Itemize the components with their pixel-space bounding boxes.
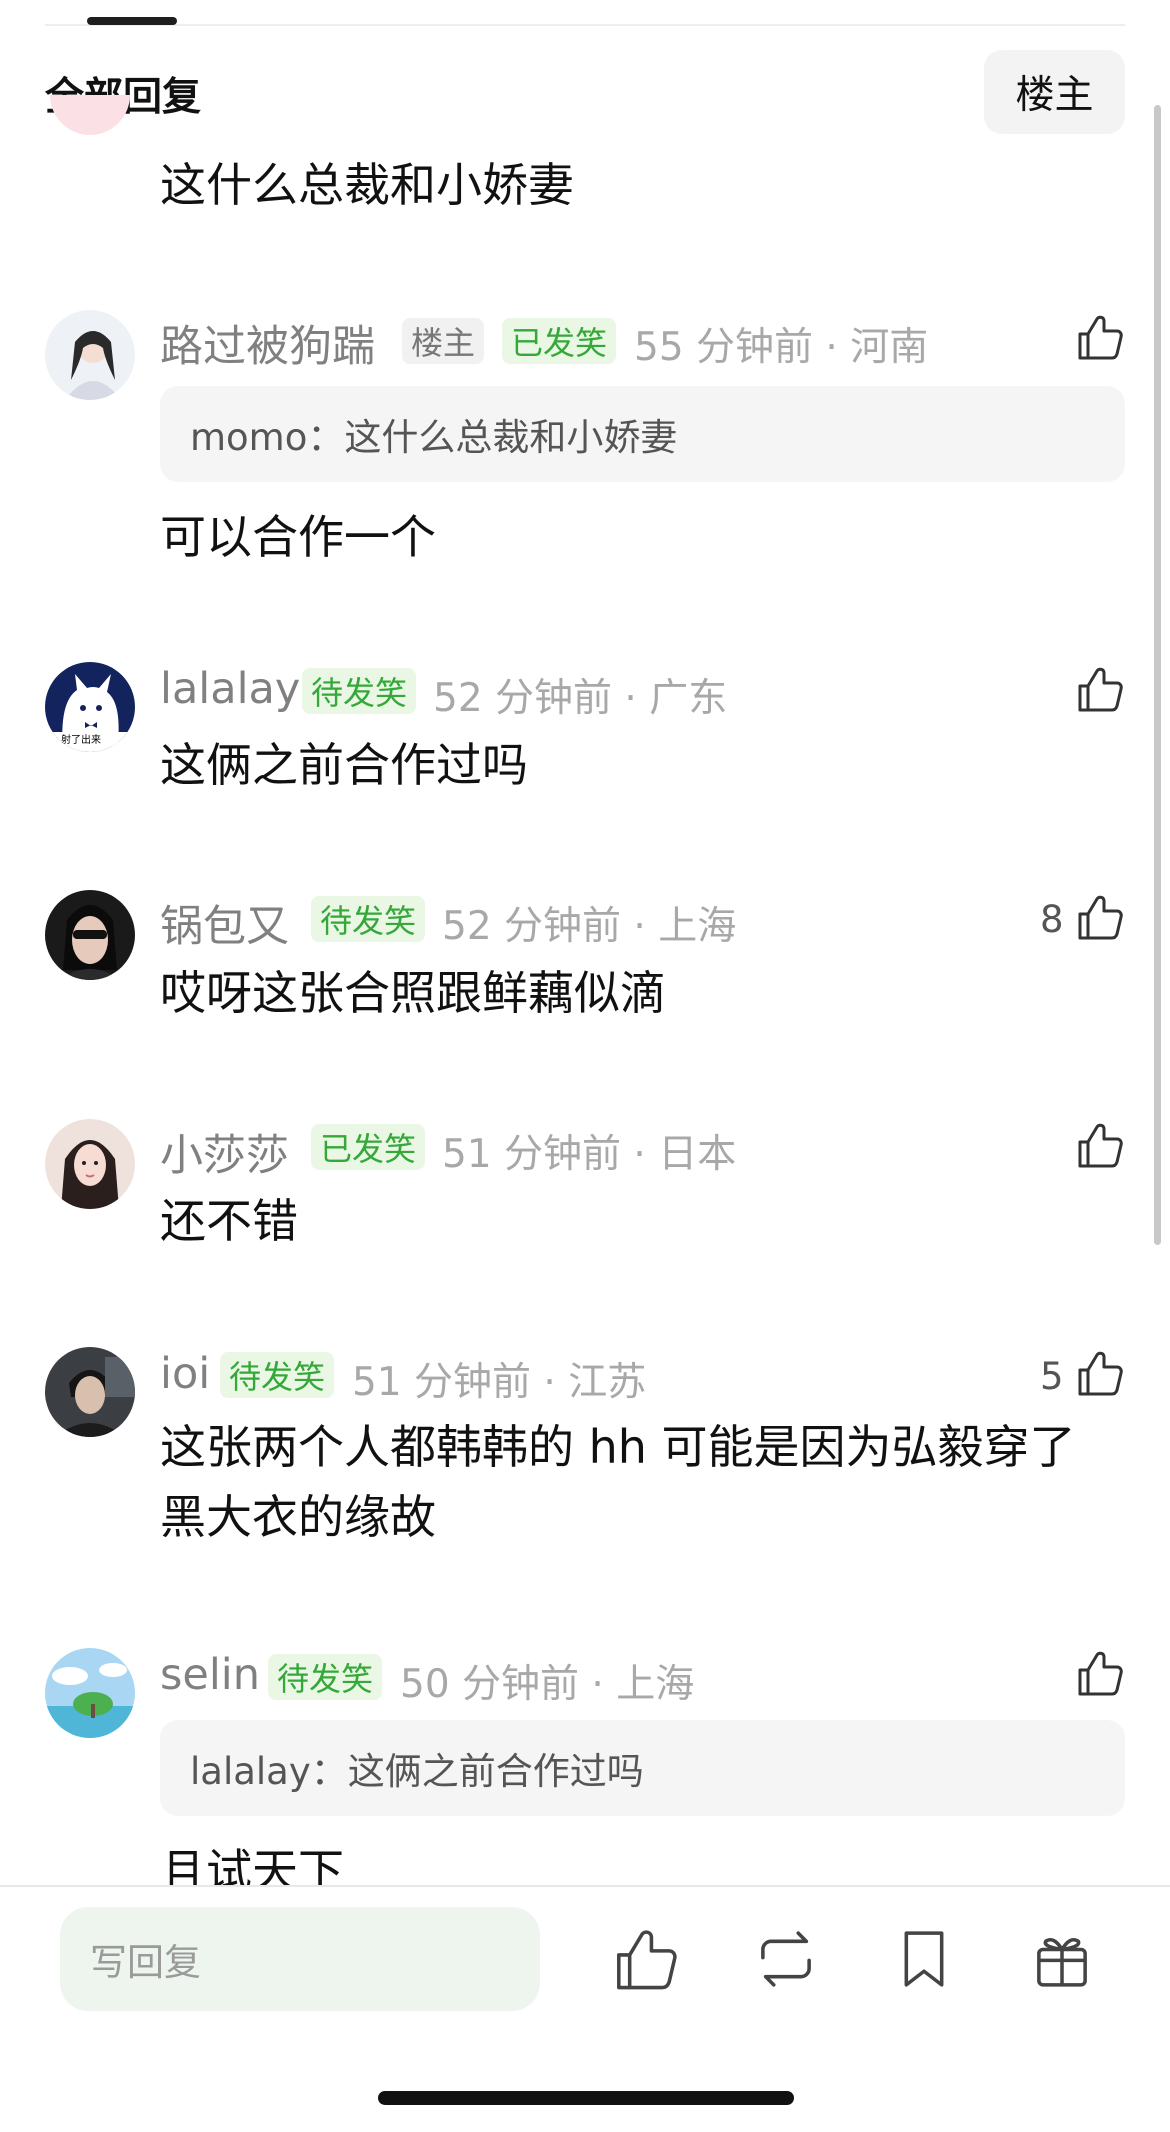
avatar[interactable] (45, 890, 135, 980)
scrollbar[interactable] (1154, 105, 1161, 1245)
like-icon[interactable] (1075, 1348, 1125, 1398)
gift-icon[interactable] (1028, 1925, 1096, 1993)
status-badge: 已发笑 (311, 1124, 426, 1170)
status-badge: 待发笑 (268, 1654, 383, 1700)
op-badge: 楼主 (402, 318, 485, 364)
home-indicator[interactable] (378, 2091, 794, 2105)
username[interactable]: selin (160, 1650, 260, 1700)
like-icon[interactable] (1075, 892, 1125, 942)
comment-text: 这张两个人都韩韩的 hh 可能是因为弘毅穿了黑大衣的缘故 (160, 1420, 1076, 1544)
status-badge: 待发笑 (302, 668, 417, 714)
bookmark-icon[interactable] (890, 1925, 958, 1993)
like-icon[interactable] (1075, 1120, 1125, 1170)
tab-indicator (87, 17, 177, 25)
comment-meta: 50 分钟前 · 上海 (400, 1662, 695, 1707)
comment-text: 哎呀这张合照跟鲜藕似滴 (160, 966, 666, 1020)
op-only-filter-button[interactable]: 楼主 (984, 50, 1125, 134)
like-icon[interactable] (1075, 664, 1125, 714)
status-badge: 已发笑 (502, 318, 617, 364)
username[interactable]: 锅包又 (160, 892, 289, 954)
username[interactable]: lalalay (160, 664, 300, 714)
comment-text: 这俩之前合作过吗 (160, 738, 528, 792)
repost-icon[interactable] (752, 1925, 820, 1993)
avatar[interactable] (45, 1347, 135, 1437)
comment-meta: 52 分钟前 · 上海 (442, 904, 737, 949)
svg-text:…射了出来: …射了出来 (51, 733, 101, 746)
like-icon[interactable] (1075, 312, 1125, 362)
status-badge: 待发笑 (311, 896, 426, 942)
like-count: 5 (1040, 1355, 1064, 1398)
comment-text: 还不错 (160, 1194, 298, 1248)
like-icon[interactable] (612, 1925, 680, 1993)
like-icon[interactable] (1075, 1648, 1125, 1698)
comment-meta: 51 分钟前 · 江苏 (352, 1360, 647, 1405)
comment-text: 可以合作一个 (160, 510, 436, 564)
reply-input[interactable]: 写回复 (60, 1907, 540, 2011)
comment-meta: 51 分钟前 · 日本 (442, 1132, 737, 1177)
status-badge: 待发笑 (220, 1352, 335, 1398)
username[interactable]: 路过被狗踹 (160, 312, 375, 374)
avatar[interactable] (45, 1119, 135, 1209)
comment-meta: 52 分钟前 · 广东 (433, 676, 728, 721)
quoted-comment[interactable]: momo：这什么总裁和小娇妻 (160, 386, 1125, 482)
username[interactable]: 小莎莎 (160, 1121, 289, 1183)
quoted-comment[interactable]: lalalay：这俩之前合作过吗 (160, 1720, 1125, 1816)
username[interactable]: ioi (160, 1349, 210, 1399)
avatar[interactable] (45, 310, 135, 400)
comment-meta: 55 分钟前 · 河南 (634, 325, 929, 370)
avatar[interactable] (50, 95, 130, 135)
avatar[interactable] (45, 1648, 135, 1738)
avatar[interactable]: …射了出来 (45, 662, 135, 752)
comment-text: 这什么总裁和小娇妻 (160, 158, 574, 212)
like-count: 8 (1040, 898, 1064, 941)
top-divider (45, 24, 1125, 26)
